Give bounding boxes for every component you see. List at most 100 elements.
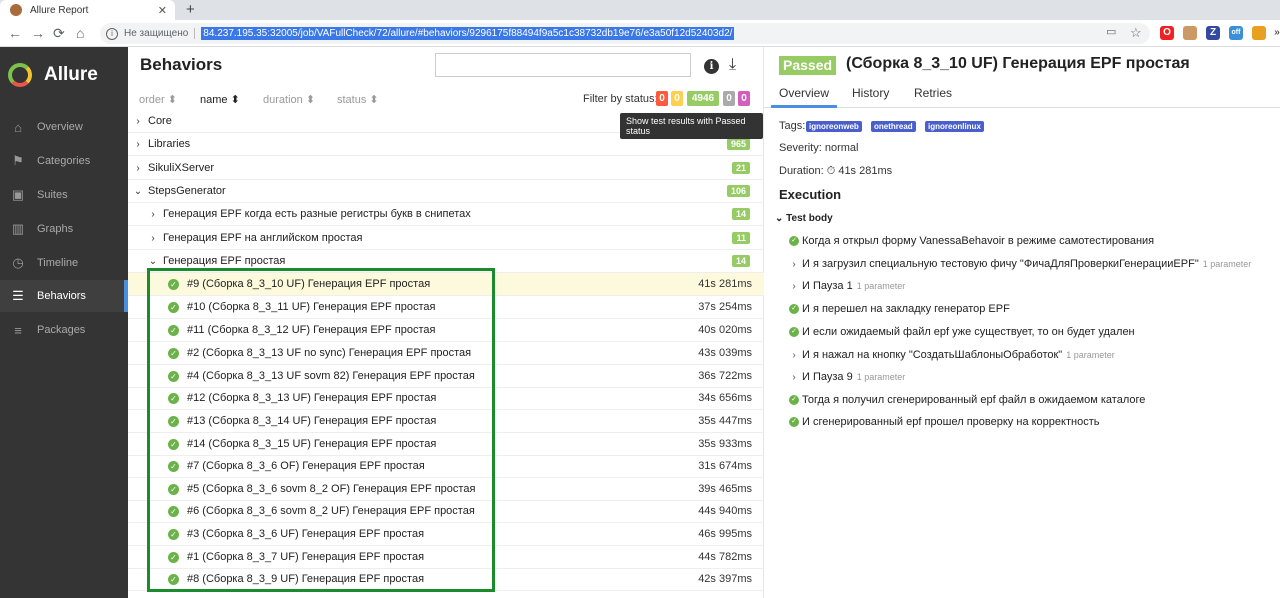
status-badge: Passed (779, 56, 837, 75)
bar-chart-icon: ▥ (11, 221, 25, 236)
browser-tab[interactable]: Allure Report ✕ (0, 0, 175, 20)
allure-logo[interactable]: Allure (8, 63, 98, 87)
sidebar-item-label: Packages (37, 324, 86, 336)
step-item[interactable]: › И Пауза 1 1 parameter (789, 280, 905, 292)
chevron-down-icon: ⌄ (133, 185, 143, 197)
test-title: (Сборка 8_3_10 UF) Генерация EPF простая (846, 55, 1190, 72)
cast-icon[interactable]: ▭ (1106, 25, 1116, 38)
clock-icon: ◷ (12, 255, 24, 270)
filter-tooltip: Show test results with Passed status (620, 113, 763, 139)
sidebar: Allure ⌂ Overview ⚑ Categories ▣ Suites … (0, 47, 128, 598)
count-badge: 965 (726, 138, 750, 150)
duration: Duration: ⏱ 41s 281ms (779, 165, 893, 177)
search-input[interactable] (435, 53, 691, 77)
count-badge: 14 (731, 208, 750, 220)
tab-history[interactable]: History (852, 86, 889, 100)
chevron-right-icon: › (792, 371, 796, 383)
sidebar-item-label: Timeline (37, 257, 79, 269)
step-item[interactable]: › И я нажал на кнопку "СоздатьШаблоныОбр… (789, 349, 1114, 361)
tag-badge: ignoreonlinux (925, 121, 984, 132)
url-input[interactable]: i Не защищено 84.237.195.35:32005/job/VA… (100, 23, 1150, 44)
address-bar: ← → ⟳ ⌂ i Не защищено 84.237.195.35:3200… (0, 20, 1280, 47)
off-extension-icon[interactable]: off (1229, 26, 1243, 40)
reload-icon[interactable]: ⟳ (53, 25, 65, 42)
count-badge: 11 (732, 232, 750, 244)
close-tab-icon[interactable]: ✕ (158, 4, 167, 17)
zotero-extension-icon[interactable]: Z (1206, 26, 1220, 40)
filter-passed[interactable]: 4946 (687, 91, 719, 106)
url-text[interactable]: 84.237.195.35:32005/job/VAFullCheck/72/a… (201, 27, 735, 40)
back-icon[interactable]: ← (8, 25, 22, 41)
chevron-right-icon: › (151, 232, 155, 244)
sidebar-item-graphs[interactable]: ▥ Graphs (0, 213, 128, 245)
chevron-right-icon: › (136, 138, 140, 150)
sort-name[interactable]: name ⬍ (200, 93, 240, 106)
sidebar-item-behaviors[interactable]: ☰ Behaviors (0, 280, 128, 312)
list-icon: ☰ (12, 288, 24, 303)
home-icon[interactable]: ⌂ (76, 25, 84, 41)
step-item: ✓ Тогда я получил сгенерированный epf фа… (789, 394, 1145, 406)
sort-status[interactable]: status ⬍ (337, 93, 379, 106)
test-detail-pane: Passed (Сборка 8_3_10 UF) Генерация EPF … (764, 47, 1280, 598)
count-badge: 21 (731, 162, 750, 174)
step-item[interactable]: › И Пауза 9 1 parameter (789, 371, 905, 383)
extension-icon[interactable] (1183, 26, 1197, 40)
severity: Severity: normal (779, 142, 859, 154)
tab-overview[interactable]: Overview (779, 86, 829, 100)
filter-failed[interactable]: 0 (656, 91, 668, 106)
stack-icon: ≡ (14, 322, 22, 338)
sort-duration[interactable]: duration ⬍ (263, 93, 315, 106)
briefcase-icon: ▣ (11, 187, 25, 202)
passed-check-icon: ✓ (789, 236, 799, 246)
step-item: ✓ Когда я открыл форму VanessaBehavoir в… (789, 235, 1154, 247)
security-label: Не защищено (124, 28, 196, 39)
filter-unknown[interactable]: 0 (738, 91, 750, 106)
tree-group-sikulixserver[interactable]: › SikuliXServer 21 (128, 157, 764, 180)
bookmark-star-icon[interactable]: ☆ (1130, 25, 1142, 41)
chevron-right-icon: › (792, 258, 796, 270)
logo-text: Allure (44, 64, 98, 85)
chevron-right-icon: › (136, 115, 140, 127)
passed-check-icon: ✓ (789, 395, 799, 405)
sidebar-item-label: Suites (37, 189, 68, 201)
tree-group-stepsgenerator[interactable]: ⌄ StepsGenerator 106 (128, 180, 764, 203)
passed-check-icon: ✓ (789, 304, 799, 314)
tab-divider (764, 107, 1280, 108)
sidebar-item-packages[interactable]: ≡ Packages (0, 314, 128, 346)
count-badge: 14 (731, 255, 750, 267)
tag-badge: onethread (871, 121, 916, 132)
browser-tabbar: Allure Report ✕ + (0, 0, 1280, 20)
active-tab-indicator (771, 105, 837, 108)
page-title: Behaviors (140, 55, 223, 74)
chevron-down-icon: ⌄ (148, 255, 158, 267)
new-tab-button[interactable]: + (186, 1, 195, 18)
tree-subgroup[interactable]: › Генерация EPF на английском простая 11 (128, 227, 764, 250)
sidebar-item-overview[interactable]: ⌂ Overview (0, 111, 128, 143)
forward-icon[interactable]: → (31, 25, 45, 41)
sidebar-item-categories[interactable]: ⚑ Categories (0, 145, 128, 177)
tab-retries[interactable]: Retries (914, 86, 952, 100)
step-item: ✓ И я перешел на закладку генератор EPF (789, 303, 1010, 315)
site-info-icon[interactable]: i (106, 27, 118, 40)
chevron-right-icon: › (151, 208, 155, 220)
tab-title: Allure Report (30, 4, 89, 16)
step-item: ✓ И если ожидаемый файл epf уже существу… (789, 326, 1135, 338)
info-icon[interactable]: i (704, 59, 719, 74)
highlight-box (147, 268, 495, 592)
extension-icon-2[interactable] (1252, 26, 1266, 40)
passed-check-icon: ✓ (789, 417, 799, 427)
step-item[interactable]: › И я загрузил специальную тестовую фичу… (789, 258, 1251, 270)
download-icon[interactable]: ⤓ (729, 56, 736, 74)
more-extensions-icon[interactable]: » (1270, 26, 1280, 40)
sort-order[interactable]: order ⬍ (139, 93, 177, 106)
filter-broken[interactable]: 0 (671, 91, 683, 106)
opera-extension-icon[interactable]: O (1160, 26, 1174, 40)
filter-skipped[interactable]: 0 (723, 91, 735, 106)
test-body-toggle[interactable]: ⌄ Test body (775, 213, 833, 224)
tree-subgroup[interactable]: › Генерация EPF когда есть разные регист… (128, 203, 764, 226)
sidebar-item-suites[interactable]: ▣ Suites (0, 179, 128, 211)
sidebar-item-label: Behaviors (37, 290, 86, 302)
sidebar-item-timeline[interactable]: ◷ Timeline (0, 247, 128, 279)
filter-label: Filter by status: (583, 93, 658, 105)
sidebar-item-label: Graphs (37, 223, 74, 235)
